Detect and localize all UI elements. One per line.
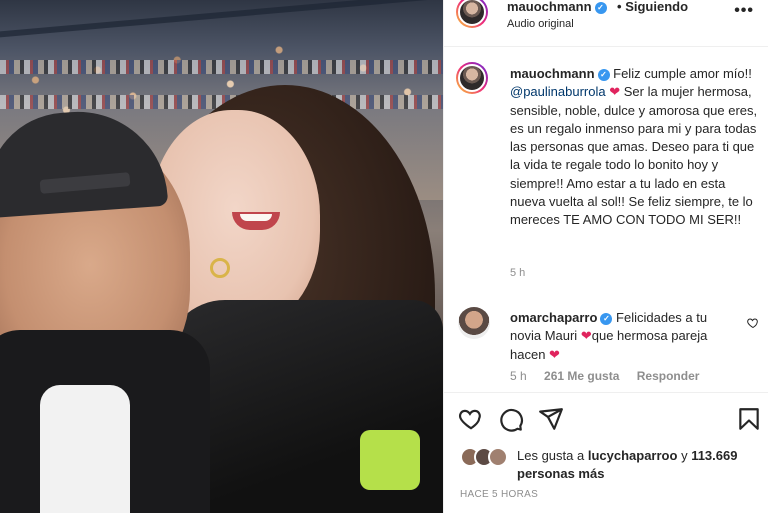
heart-icon[interactable] [458,406,484,432]
comment-icon[interactable] [498,406,524,432]
dot-separator: • [617,0,622,14]
man-white-shirt [40,385,130,513]
liker-username[interactable]: lucychaparroo [588,448,678,463]
commenter-avatar[interactable] [458,307,490,339]
post-header: mauochmann ✓ • Siguiendo Audio original •… [444,0,768,47]
bookmark-icon[interactable] [736,406,762,432]
caption-username[interactable]: mauochmann ✓ [510,66,610,81]
verified-badge-icon: ✓ [594,1,607,14]
liker-avatars [460,447,520,469]
following-button[interactable]: Siguiendo [625,0,688,14]
comment-timestamp[interactable]: 5 h [510,369,527,383]
woman-green-top [360,430,420,490]
likes-conjunction: y [681,448,688,463]
caption-text: mauochmann ✓ Feliz cumple amor mío!! @pau… [510,65,762,230]
mention-link[interactable]: @paulinaburrola [510,84,606,99]
caption-text-part-2: Ser la mujer hermosa, sensible, noble, d… [510,84,758,228]
likes-prefix: Les gusta a [517,448,585,463]
commenter-username[interactable]: omarchaparro ✓ [510,310,613,325]
liker-avatar [488,447,508,467]
red-heart-emoji-icon: ❤ [609,84,621,100]
red-heart-emoji-icon: ❤ [580,328,592,344]
more-options-icon[interactable]: ••• [734,2,754,20]
verified-badge-icon: ✓ [597,68,610,81]
audio-label[interactable]: Audio original [507,18,574,30]
red-heart-emoji-icon: ❤ [549,346,560,362]
post-timestamp[interactable]: HACE 5 HORAS [460,489,538,500]
action-bar [444,392,768,440]
post-photo[interactable] [0,0,443,513]
follow-status[interactable]: • Siguiendo [617,0,688,14]
caption-avatar[interactable] [456,62,488,94]
likes-text: Les gusta a lucychaparroo y 113.669 pers… [517,447,762,483]
author-username[interactable]: mauochmann ✓ [507,0,607,14]
author-avatar[interactable] [456,0,488,28]
verified-badge-icon: ✓ [600,312,613,325]
crowd-row [0,60,443,74]
comment-meta: 5 h 261 Me gusta Responder [510,369,713,383]
woman-smile [240,214,272,221]
share-icon[interactable] [538,406,564,432]
caption-timestamp[interactable]: 5 h [510,267,525,279]
earring [210,258,230,278]
comment-text: omarchaparro ✓ Felicidades a tu novia Mau… [510,309,738,364]
comment-likes-count[interactable]: 261 Me gusta [544,369,619,383]
reply-button[interactable]: Responder [637,369,700,383]
comment-like-heart-icon[interactable] [747,317,759,329]
caption-text-part-1: Feliz cumple amor mío!! [613,66,752,81]
post-side-panel: mauochmann ✓ • Siguiendo Audio original •… [443,0,768,513]
